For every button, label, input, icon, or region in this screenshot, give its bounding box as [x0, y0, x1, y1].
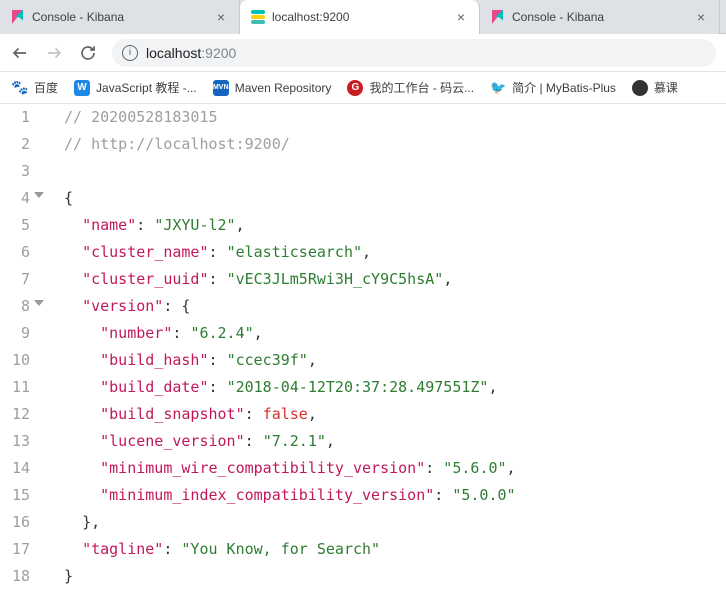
- close-icon[interactable]: ×: [213, 9, 229, 25]
- tab-kibana-2[interactable]: Console - Kibana ×: [480, 0, 720, 34]
- line-gutter: 1 2 3 4 5 6 7 8 9 10 11 12 13 14 15 16 1…: [0, 104, 40, 590]
- url-text: localhost:9200: [146, 45, 236, 61]
- bookmark-baidu[interactable]: 🐾百度: [12, 79, 58, 96]
- info-icon[interactable]: i: [122, 45, 138, 61]
- bookmark-js[interactable]: WJavaScript 教程 -...: [74, 79, 197, 96]
- address-bar[interactable]: i localhost:9200: [112, 39, 716, 67]
- tab-kibana-1[interactable]: Console - Kibana ×: [0, 0, 240, 34]
- code-area: 1 2 3 4 5 6 7 8 9 10 11 12 13 14 15 16 1…: [0, 104, 726, 590]
- bookmark-maven[interactable]: MVNMaven Repository: [213, 80, 332, 96]
- code-content[interactable]: // 20200528183015 // http://localhost:92…: [40, 104, 726, 590]
- elasticsearch-icon: [250, 9, 266, 25]
- imooc-icon: [632, 80, 648, 96]
- bookmark-gitee[interactable]: G我的工作台 - 码云...: [347, 79, 474, 96]
- baidu-icon: 🐾: [12, 80, 28, 96]
- toolbar: i localhost:9200: [0, 34, 726, 72]
- kibana-icon: [10, 9, 26, 25]
- kibana-icon: [490, 9, 506, 25]
- tab-title: localhost:9200: [272, 10, 447, 24]
- bookmarks-bar: 🐾百度 WJavaScript 教程 -... MVNMaven Reposit…: [0, 72, 726, 104]
- back-button[interactable]: [10, 43, 30, 63]
- mybatis-icon: 🐦: [490, 80, 506, 96]
- bookmark-mybatis[interactable]: 🐦简介 | MyBatis-Plus: [490, 79, 616, 96]
- forward-button[interactable]: [44, 43, 64, 63]
- tab-localhost[interactable]: localhost:9200 ×: [240, 0, 480, 34]
- fold-toggle[interactable]: [34, 192, 44, 198]
- w-icon: W: [74, 80, 90, 96]
- close-icon[interactable]: ×: [693, 9, 709, 25]
- mvn-icon: MVN: [213, 80, 229, 96]
- tab-strip: Console - Kibana × localhost:9200 × Cons…: [0, 0, 726, 34]
- reload-button[interactable]: [78, 43, 98, 63]
- tab-title: Console - Kibana: [512, 10, 687, 24]
- bookmark-imooc[interactable]: 慕课: [632, 79, 678, 96]
- close-icon[interactable]: ×: [453, 9, 469, 25]
- fold-toggle[interactable]: [34, 300, 44, 306]
- gitee-icon: G: [347, 80, 363, 96]
- tab-title: Console - Kibana: [32, 10, 207, 24]
